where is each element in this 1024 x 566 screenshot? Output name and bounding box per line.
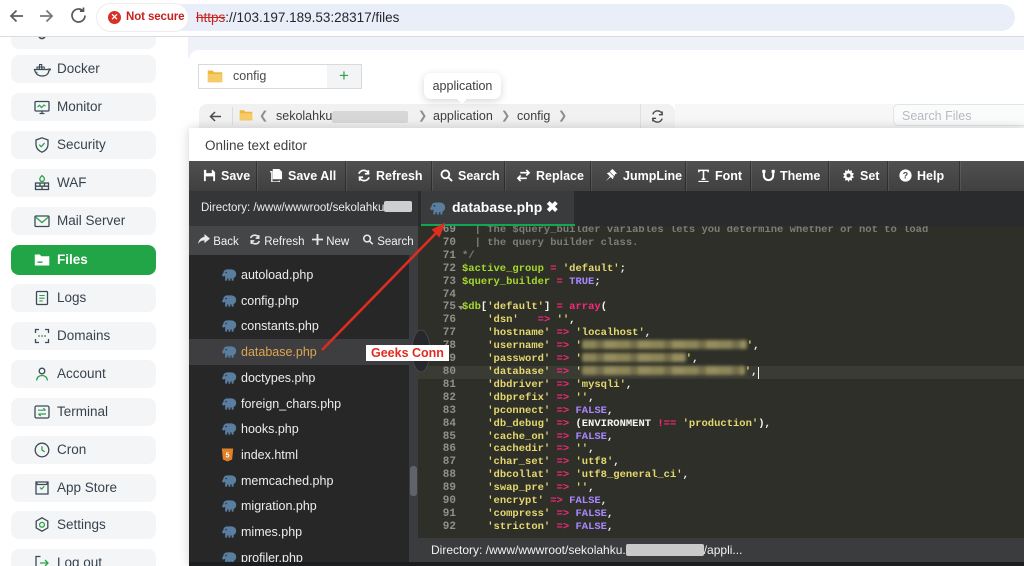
svg-text:?: ?: [903, 171, 908, 181]
